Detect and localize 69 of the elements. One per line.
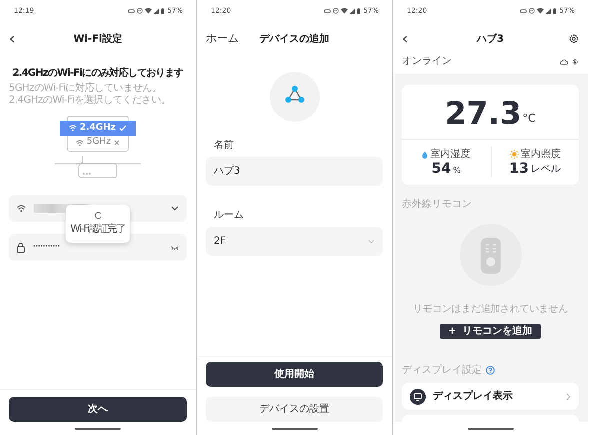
bluetooth-icon [572, 58, 579, 64]
start-button[interactable]: 使用開始 [206, 362, 383, 387]
cell-signal-icon [546, 8, 552, 14]
do-not-disturb-icon [529, 8, 536, 14]
notice-text: 5GHzのWi-Fiに対応していません。2.4GHzのWi-Fiを選択してください。 [9, 83, 172, 106]
back-button[interactable]: ‹ [9, 31, 16, 47]
wifi-icon [76, 140, 84, 146]
link-icon [324, 8, 332, 14]
home-indicator[interactable] [75, 428, 121, 430]
check-icon [119, 125, 128, 132]
cross-icon [114, 140, 120, 146]
do-not-disturb-icon [137, 8, 144, 14]
help-icon[interactable] [486, 366, 495, 376]
wifi-signal-icon [537, 8, 544, 14]
cell-signal-icon [154, 8, 160, 14]
chevron-down-icon [368, 240, 375, 244]
remote-control-icon [460, 224, 522, 286]
hidden-eye-icon [171, 246, 179, 250]
back-button[interactable]: ‹ [402, 31, 408, 47]
cloud-icon [560, 58, 568, 64]
cell-signal-icon [350, 8, 356, 14]
spinner-icon [94, 212, 102, 218]
section-title: 赤外線リモコン [402, 198, 473, 212]
link-icon [128, 8, 136, 14]
link-icon [520, 8, 528, 14]
home-link[interactable]: ホーム [206, 30, 239, 48]
field-label: ルーム [214, 209, 245, 223]
wifi-icon [17, 204, 26, 212]
monitor-icon [410, 388, 426, 405]
battery-icon [357, 8, 362, 14]
settings-icon[interactable] [569, 34, 579, 44]
chevron-down-icon [171, 206, 179, 211]
water-drop-icon [422, 150, 428, 158]
battery-icon [553, 8, 558, 14]
stat-unit: % [453, 165, 461, 178]
stat-label: 室内照度 [520, 148, 561, 162]
section-title: ディスプレイ設定 [402, 364, 482, 378]
screen-title: ハブ3 [477, 32, 504, 46]
add-remote-button[interactable]: + リモコンを追加 [440, 324, 541, 340]
room-select[interactable]: 2F [206, 227, 383, 256]
wifi-signal-icon [341, 8, 348, 14]
screen-title: デバイスの追加 [260, 32, 330, 46]
field-label: 名前 [214, 139, 235, 153]
device-setup-button[interactable]: デバイスの設置 [206, 397, 383, 422]
wifi-signal-icon [145, 8, 152, 14]
sun-icon [510, 150, 519, 159]
stat-value: 54 [432, 162, 452, 178]
temperature-value: 27.3 [445, 99, 522, 130]
stat-unit: レベル [530, 163, 561, 178]
temperature-unit: °C [522, 110, 536, 126]
display-setting-row[interactable]: ディスプレイ表示 [402, 383, 579, 410]
name-field[interactable]: ハブ3 [206, 157, 383, 186]
band-option[interactable]: 5GHz [68, 136, 128, 150]
online-status: オンライン [402, 55, 453, 69]
empty-remote-text: リモコンはまだ追加されていません [412, 302, 570, 318]
device-icon [270, 72, 320, 122]
next-button[interactable]: 次へ [9, 397, 187, 422]
stat-value: 13 [510, 162, 529, 178]
home-indicator[interactable] [468, 428, 514, 430]
battery-icon [161, 8, 166, 14]
wifi-icon [68, 125, 77, 132]
chevron-right-icon [566, 392, 571, 401]
status-toast: Wi-Fi認証完了 [66, 205, 130, 243]
home-indicator[interactable] [272, 428, 318, 430]
do-not-disturb-icon [333, 8, 340, 14]
lock-icon [17, 242, 25, 252]
stat-label: 室内湿度 [430, 148, 470, 162]
notice-heading: 2.4GHzのWi-Fiにのみ対応しております [12, 66, 184, 81]
screen-title: Wi-Fi設定 [74, 32, 122, 46]
